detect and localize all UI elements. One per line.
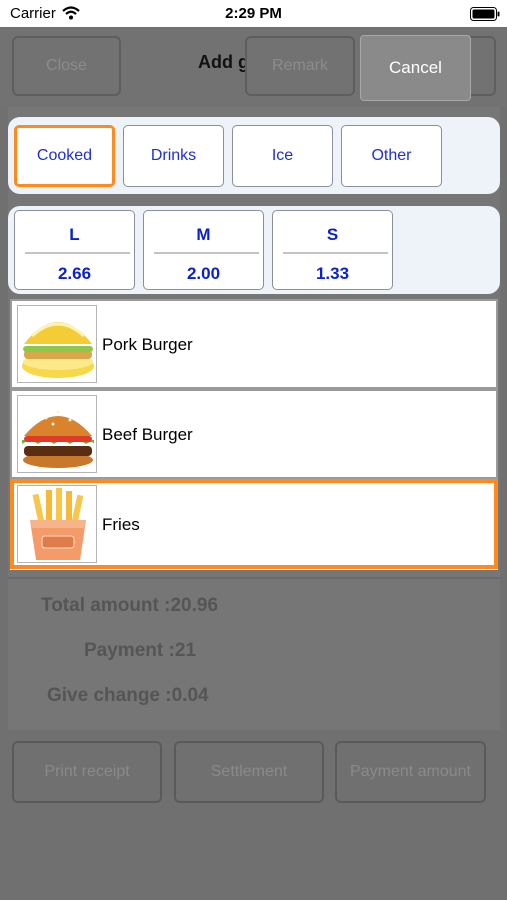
- goods-item-fries[interactable]: Fries: [10, 479, 498, 569]
- clock: 2:29 PM: [225, 5, 282, 22]
- goods-name: Fries: [102, 515, 140, 534]
- goods-item-pork-burger[interactable]: Pork Burger: [10, 299, 498, 389]
- total-amount-label: Total amount :: [41, 595, 171, 616]
- size-price: 2.00: [186, 264, 221, 283]
- beef-burger-image: [17, 395, 97, 473]
- settlement-button: Settlement: [174, 741, 324, 803]
- give-change-value: 0.04: [171, 685, 209, 706]
- payment-value: 21: [174, 640, 196, 661]
- size-label: S: [326, 225, 339, 244]
- category-ice-button[interactable]: Ice: [232, 125, 333, 187]
- remark-button: Remark: [245, 36, 355, 96]
- goods-name: Pork Burger: [102, 335, 193, 354]
- size-label: M: [196, 225, 211, 244]
- size-divider: [154, 252, 259, 254]
- payment-row: Payment :21: [84, 640, 196, 662]
- pork-burger-image: [17, 305, 97, 383]
- goods-item-beef-burger[interactable]: Beef Burger: [10, 389, 498, 479]
- status-bar: Carrier 2:29 PM: [0, 0, 507, 27]
- size-s-button[interactable]: S 1.33: [272, 210, 393, 290]
- size-panel: L 2.66 M 2.00 S 1.33: [8, 206, 500, 294]
- print-receipt-button: Print receipt: [12, 741, 162, 803]
- goods-list: Pork Burger Beef Burger Fries: [10, 299, 498, 570]
- background-divider: [8, 577, 500, 579]
- total-amount-row: Total amount :20.96: [41, 595, 218, 617]
- size-divider: [283, 252, 388, 254]
- cancel-button[interactable]: Cancel: [360, 35, 471, 101]
- size-l-button[interactable]: L 2.66: [14, 210, 135, 290]
- size-price: 1.33: [315, 264, 350, 283]
- give-change-row: Give change :0.04: [47, 685, 209, 707]
- size-divider: [25, 252, 130, 254]
- category-other-button[interactable]: Other: [341, 125, 442, 187]
- size-price: 2.66: [57, 264, 92, 283]
- give-change-label: Give change :: [47, 685, 172, 706]
- goods-name: Beef Burger: [102, 425, 193, 444]
- category-drinks-button[interactable]: Drinks: [123, 125, 224, 187]
- fries-image: [17, 485, 97, 563]
- category-cooked-button[interactable]: Cooked: [14, 125, 115, 187]
- total-amount-value: 20.96: [170, 595, 219, 616]
- payment-label: Payment :: [84, 640, 175, 661]
- size-m-button[interactable]: M 2.00: [143, 210, 264, 290]
- payment-amount-button: Payment amount: [335, 741, 486, 803]
- battery-icon: [470, 7, 500, 21]
- size-label: L: [69, 225, 80, 244]
- category-panel: Cooked Drinks Ice Other: [8, 117, 500, 194]
- close-button: Close: [12, 36, 121, 96]
